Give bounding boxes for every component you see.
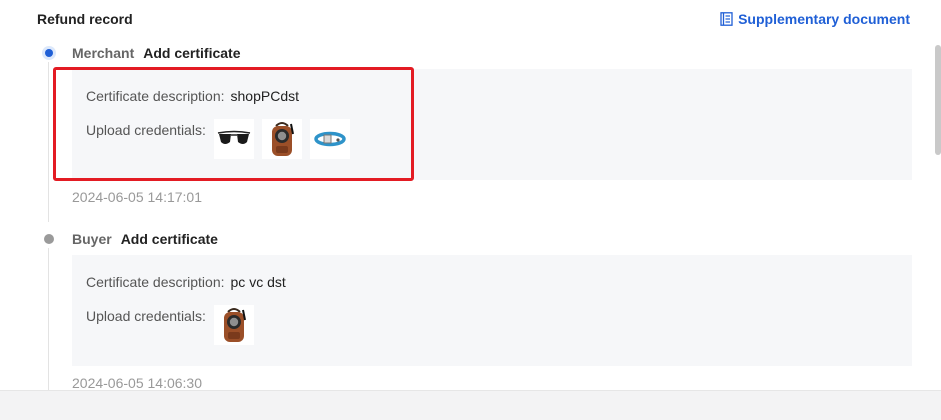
certificate-card: Certificate description: pc vc dst Uploa… [72,255,912,366]
dog-collar-thumbnail[interactable] [309,119,350,159]
timeline-line [48,248,49,393]
description-value: pc vc dst [230,274,286,290]
entry-timestamp: 2024-06-05 14:17:01 [72,189,202,205]
entry-heading: Merchant Add certificate [72,45,240,61]
timeline-line [48,62,49,222]
description-label: Certificate description: [86,88,225,104]
backpack-thumbnail[interactable] [261,119,302,159]
timeline-dot-inactive [44,234,54,244]
timeline-dot-active [42,46,56,60]
entry-role: Merchant [72,45,135,61]
certificate-card: Certificate description: shopPCdst Uploa… [72,69,912,180]
description-row: Certificate description: pc vc dst [86,274,286,290]
supplementary-document-link[interactable]: Supplementary document [720,11,910,27]
entry-action: Add certificate [143,45,241,61]
description-label: Certificate description: [86,274,225,290]
upload-row: Upload credentials: [86,305,254,345]
scrollbar[interactable] [935,45,941,155]
entry-timestamp: 2024-06-05 14:06:30 [72,375,202,391]
description-value: shopPCdst [230,88,299,104]
backpack-thumbnail[interactable] [213,305,254,345]
sunglasses-thumbnail[interactable] [213,119,254,159]
upload-label: Upload credentials: [86,122,206,138]
entry-action: Add certificate [120,231,218,247]
supplementary-document-label: Supplementary document [738,11,910,27]
upload-row: Upload credentials: [86,119,350,159]
upload-label: Upload credentials: [86,308,206,324]
document-icon [720,12,733,26]
footer-strip [0,390,941,420]
refund-record-title: Refund record [37,11,133,27]
entry-heading: Buyer Add certificate [72,231,218,247]
description-row: Certificate description: shopPCdst [86,88,299,104]
entry-role: Buyer [72,231,112,247]
